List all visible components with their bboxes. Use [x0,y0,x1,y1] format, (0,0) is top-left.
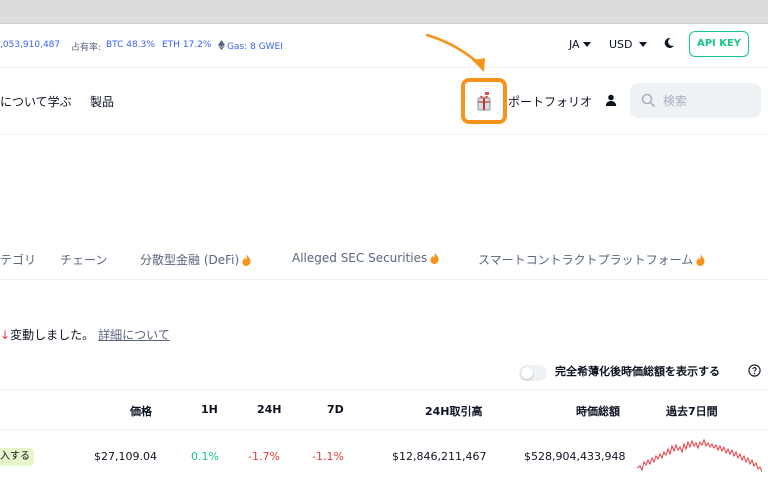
browser-chrome [0,0,768,24]
col-market-cap[interactable]: 時価総額 [576,403,620,419]
change-24h-cell: -1.7% [248,450,280,463]
moon-icon[interactable] [663,37,675,49]
volume-cell: $12,846,211,467 [392,450,487,463]
language-select[interactable]: JA [569,38,591,51]
price-cell: $27,109.04 [94,450,157,463]
flame-icon [242,254,251,266]
api-key-button[interactable]: API KEY [689,31,749,57]
table-row[interactable]: 入する $27,109.04 0.1% -1.7% -1.1% $12,846,… [0,430,768,483]
flame-icon [430,252,439,264]
tab-defi[interactable]: 分散型金融 (DeFi) [140,251,251,268]
caret-down-icon [639,42,648,47]
tab-chain[interactable]: チェーン [60,251,107,268]
market-cap-stat[interactable]: ,053,910,487 [0,40,60,50]
help-icon[interactable] [748,364,761,377]
tab-defi-label: 分散型金融 (DeFi) [140,253,240,267]
nav-portfolio[interactable]: ポートフォリオ [508,93,592,110]
eth-dominance[interactable]: ETH 17.2% [162,40,211,50]
down-arrow: ↓ [0,328,11,342]
flame-icon [696,254,705,266]
fdv-toggle[interactable] [519,365,547,381]
currency-select[interactable]: USD [609,38,648,51]
eth-icon [218,40,225,50]
gift-icon [477,92,491,111]
dominance-label: 占有率: [71,43,102,53]
col-7d[interactable]: 7D [327,403,344,416]
notice-text: 変動しました。 [10,328,95,342]
nav-learn[interactable]: について学ぶ [0,93,72,110]
market-notice: ↓変動しました。 詳細について [0,326,170,343]
toggle-knob [521,367,533,379]
language-value: JA [569,38,580,51]
tab-smart-contract[interactable]: スマートコントラクトプラットフォーム [478,251,705,268]
read-more-link[interactable]: 詳細について [98,328,170,342]
col-1h[interactable]: 1H [201,403,218,416]
caret-down-icon [582,42,591,47]
global-stats-bar: ,053,910,487 占有率: BTC 48.3% ETH 17.2% Ga… [0,24,768,68]
gas-value: Gas: 8 GWEI [227,42,283,52]
search-box[interactable] [630,83,761,118]
gift-button[interactable] [461,78,507,124]
gas-stat[interactable]: Gas: 8 GWEI [218,40,283,52]
nav-products[interactable]: 製品 [90,93,114,110]
search-input[interactable] [663,92,753,110]
sparkline-7d [637,438,762,473]
category-tabs: テゴリ チェーン 分散型金融 (DeFi) Alleged SEC Securi… [0,240,768,280]
user-icon[interactable] [605,94,617,106]
search-icon [641,93,655,107]
tab-alleged-sec-label: Alleged SEC Securities [292,251,428,265]
col-last-7-days: 過去7日間 [666,405,718,418]
change-1h-cell: 0.1% [191,450,219,463]
btc-dominance[interactable]: BTC 48.3% [106,40,155,50]
col-price[interactable]: 価格 [130,403,152,419]
currency-value: USD [609,38,633,51]
buy-badge[interactable]: 入する [0,448,34,466]
tab-alleged-sec[interactable]: Alleged SEC Securities [292,251,439,265]
tab-smart-contract-label: スマートコントラクトプラットフォーム [478,253,694,267]
col-volume[interactable]: 24H取引高 [425,403,483,419]
change-7d-cell: -1.1% [312,450,344,463]
tab-category[interactable]: テゴリ [0,251,36,268]
market-cap-cell: $528,904,433,948 [524,450,626,463]
fdv-toggle-label: 完全希薄化後時価総額を表示する [555,365,720,378]
table-header: 価格 1H 24H 7D 24H取引高 時価総額 過去7日間 [0,389,768,430]
col-24h[interactable]: 24H [257,403,282,416]
